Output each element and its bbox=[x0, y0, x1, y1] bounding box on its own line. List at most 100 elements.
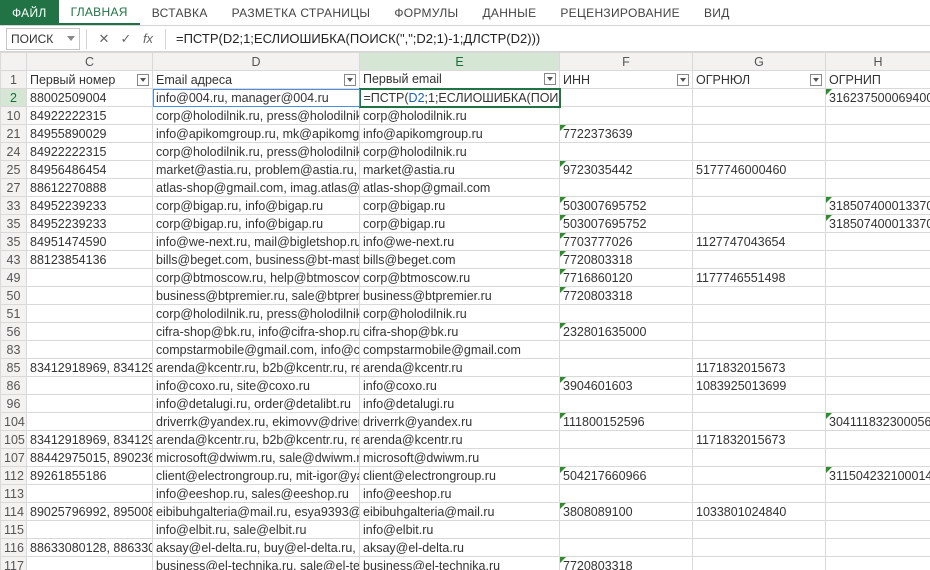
cell[interactable] bbox=[560, 521, 693, 539]
cell[interactable] bbox=[27, 413, 153, 431]
cell[interactable]: 84955890029 bbox=[27, 125, 153, 143]
cell[interactable]: corp@bigap.ru, info@bigap.ru bbox=[153, 215, 360, 233]
cell[interactable]: info@we-next.ru, mail@bigletshop.ru bbox=[153, 233, 360, 251]
cell[interactable]: 504217660966 bbox=[560, 467, 693, 485]
cell[interactable] bbox=[560, 449, 693, 467]
cell[interactable] bbox=[826, 143, 930, 161]
cell[interactable] bbox=[560, 179, 693, 197]
cell[interactable] bbox=[560, 89, 693, 107]
tab-data[interactable]: ДАННЫЕ bbox=[470, 0, 548, 25]
cell[interactable]: arenda@kcentr.ru, b2b@kcentr.ru, reklam bbox=[153, 359, 360, 377]
cell[interactable]: corp@holodilnik.ru bbox=[360, 143, 560, 161]
grid[interactable]: C D E F G H 1Первый номерEmail адресаПер… bbox=[0, 52, 930, 570]
cell[interactable] bbox=[693, 539, 826, 557]
cell[interactable]: business@btpremier.ru, sale@btpremier bbox=[153, 287, 360, 305]
formula-input[interactable] bbox=[172, 31, 930, 46]
cell[interactable]: 88612270888 bbox=[27, 179, 153, 197]
cell[interactable]: market@astia.ru bbox=[360, 161, 560, 179]
name-box[interactable]: ПОИСК bbox=[6, 28, 80, 50]
cell[interactable] bbox=[693, 287, 826, 305]
cell[interactable]: 3904601603 bbox=[560, 377, 693, 395]
cell[interactable]: info@apikomgroup.ru bbox=[360, 125, 560, 143]
cell[interactable] bbox=[826, 305, 930, 323]
cell[interactable]: info@we-next.ru bbox=[360, 233, 560, 251]
cell[interactable] bbox=[826, 377, 930, 395]
cell[interactable]: compstarmobile@gmail.com bbox=[360, 341, 560, 359]
cell[interactable] bbox=[826, 125, 930, 143]
cell[interactable]: cifra-shop@bk.ru, info@cifra-shop.ru, sa bbox=[153, 323, 360, 341]
row-header[interactable]: 83 bbox=[1, 341, 27, 359]
cell[interactable]: 84951474590 bbox=[27, 233, 153, 251]
cell[interactable]: info@elbit.ru bbox=[360, 521, 560, 539]
cell[interactable] bbox=[693, 197, 826, 215]
cell[interactable]: 5177746000460 bbox=[693, 161, 826, 179]
cell[interactable]: 7720803318 bbox=[560, 557, 693, 570]
filter-icon[interactable] bbox=[544, 73, 556, 85]
cell[interactable] bbox=[826, 557, 930, 570]
cell[interactable]: ОГРНИП bbox=[826, 71, 930, 89]
cell[interactable]: business@el-technika.ru, sale@el-techn bbox=[153, 557, 360, 570]
cell[interactable]: corp@holodilnik.ru bbox=[360, 305, 560, 323]
col-header-h[interactable]: H bbox=[826, 53, 930, 71]
row-header[interactable]: 33 bbox=[1, 197, 27, 215]
cell[interactable]: 111800152596 bbox=[560, 413, 693, 431]
cell[interactable]: corp@bigap.ru bbox=[360, 215, 560, 233]
cell[interactable] bbox=[560, 359, 693, 377]
tab-formulas[interactable]: ФОРМУЛЫ bbox=[382, 0, 470, 25]
cell[interactable] bbox=[693, 305, 826, 323]
cell[interactable]: corp@holodilnik.ru, press@holodilnik.ru bbox=[153, 305, 360, 323]
filter-icon[interactable] bbox=[810, 74, 822, 86]
row-header[interactable]: 49 bbox=[1, 269, 27, 287]
cell[interactable]: business@btpremier.ru bbox=[360, 287, 560, 305]
cell[interactable]: Первый email bbox=[360, 71, 560, 89]
row-header[interactable]: 117 bbox=[1, 557, 27, 570]
cell[interactable]: 7720803318 bbox=[560, 251, 693, 269]
cell[interactable]: 7722373639 bbox=[560, 125, 693, 143]
cell[interactable] bbox=[693, 413, 826, 431]
col-header-g[interactable]: G bbox=[693, 53, 826, 71]
cell[interactable]: ОГРНЮЛ bbox=[693, 71, 826, 89]
cell[interactable]: 318507400013370 bbox=[826, 215, 930, 233]
cell[interactable]: 9723035442 bbox=[560, 161, 693, 179]
cell[interactable]: atlas-shop@gmail.com, imag.atlas@gmail bbox=[153, 179, 360, 197]
cell[interactable]: 84956486454 bbox=[27, 161, 153, 179]
row-header[interactable]: 21 bbox=[1, 125, 27, 143]
cell[interactable]: corp@bigap.ru, info@bigap.ru bbox=[153, 197, 360, 215]
cell[interactable] bbox=[27, 395, 153, 413]
cell[interactable] bbox=[693, 107, 826, 125]
cell[interactable]: corp@holodilnik.ru, press@holodilnik.ru bbox=[153, 143, 360, 161]
cell[interactable] bbox=[27, 305, 153, 323]
cell[interactable] bbox=[826, 233, 930, 251]
cell[interactable]: info@apikomgroup.ru, mk@apikomgroup.ru bbox=[153, 125, 360, 143]
cell[interactable]: 318507400013370 bbox=[826, 197, 930, 215]
cell[interactable]: 89025796992, 89500810510 bbox=[27, 503, 153, 521]
cell[interactable] bbox=[560, 485, 693, 503]
cell[interactable]: 88123854136 bbox=[27, 251, 153, 269]
cell[interactable]: microsoft@dwiwm.ru, sale@dwiwm.ru bbox=[153, 449, 360, 467]
tab-page-layout[interactable]: РАЗМЕТКА СТРАНИЦЫ bbox=[220, 0, 383, 25]
cell[interactable]: eibibuhgalteria@mail.ru bbox=[360, 503, 560, 521]
cell[interactable] bbox=[560, 395, 693, 413]
row-header[interactable]: 85 bbox=[1, 359, 27, 377]
cell[interactable]: 1171832015673 bbox=[693, 431, 826, 449]
cell[interactable]: 3808089100 bbox=[560, 503, 693, 521]
cell[interactable]: atlas-shop@gmail.com bbox=[360, 179, 560, 197]
cell[interactable] bbox=[826, 269, 930, 287]
cell[interactable]: corp@btmoscow.ru bbox=[360, 269, 560, 287]
row-header[interactable]: 25 bbox=[1, 161, 27, 179]
row-header[interactable]: 112 bbox=[1, 467, 27, 485]
row-header[interactable]: 24 bbox=[1, 143, 27, 161]
row-header[interactable]: 51 bbox=[1, 305, 27, 323]
cell[interactable] bbox=[693, 467, 826, 485]
cell[interactable]: market@astia.ru, problem@astia.ru, zakaz bbox=[153, 161, 360, 179]
cell[interactable] bbox=[560, 305, 693, 323]
cell[interactable]: 83412918969, 83412943931 bbox=[27, 359, 153, 377]
cell[interactable]: Первый номер bbox=[27, 71, 153, 89]
row-header[interactable]: 50 bbox=[1, 287, 27, 305]
cell[interactable] bbox=[27, 521, 153, 539]
cell[interactable]: info@elbit.ru, sale@elbit.ru bbox=[153, 521, 360, 539]
cell[interactable]: 88442975015, 89023625939 bbox=[27, 449, 153, 467]
cell[interactable] bbox=[826, 503, 930, 521]
filter-icon[interactable] bbox=[677, 74, 689, 86]
row-header[interactable]: 2 bbox=[1, 89, 27, 107]
